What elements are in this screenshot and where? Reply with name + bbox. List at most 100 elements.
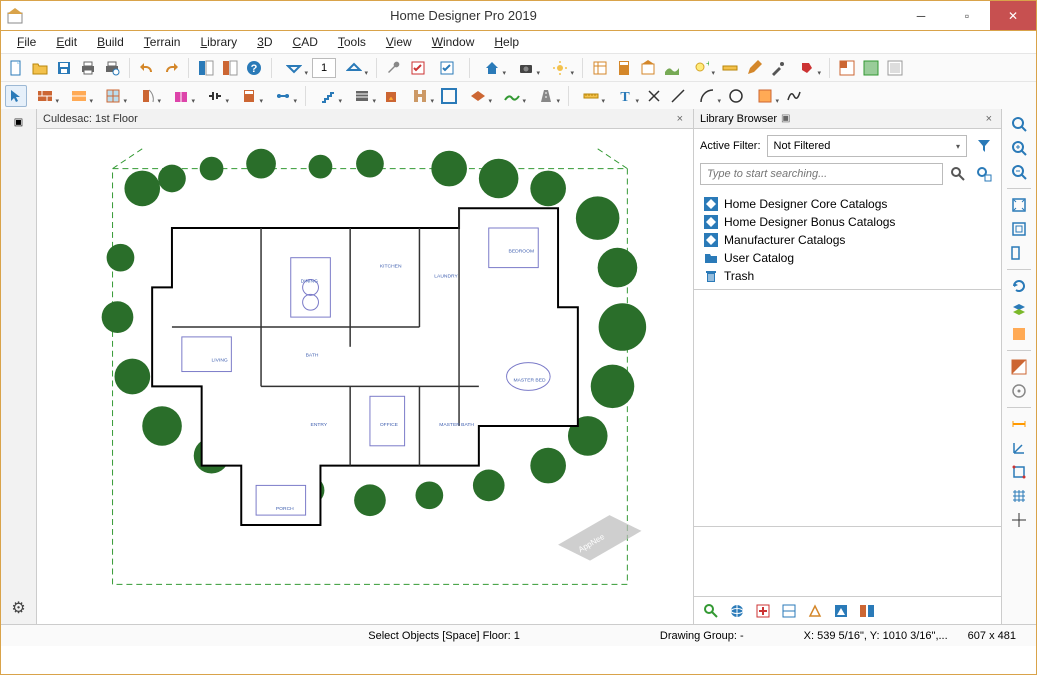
- snap-angle-icon[interactable]: [1008, 437, 1030, 459]
- menu-help[interactable]: Help: [486, 33, 527, 51]
- refresh-icon[interactable]: [1008, 275, 1030, 297]
- down-floor-icon[interactable]: ▾: [278, 57, 310, 79]
- temp-dim-icon[interactable]: [1008, 413, 1030, 435]
- project-browser-icon[interactable]: [219, 57, 241, 79]
- save-icon[interactable]: [53, 57, 75, 79]
- box-tool-icon[interactable]: ▾: [749, 85, 781, 107]
- menu-file[interactable]: File: [9, 33, 44, 51]
- point-marker-icon[interactable]: [643, 85, 665, 107]
- color-toggle-icon[interactable]: [1008, 323, 1030, 345]
- circle-tool-icon[interactable]: [725, 85, 747, 107]
- eyedropper-icon[interactable]: [767, 57, 789, 79]
- fixture-tool-icon[interactable]: ▾: [267, 85, 299, 107]
- menu-edit[interactable]: Edit: [48, 33, 85, 51]
- framing-tool-icon[interactable]: ▾: [404, 85, 436, 107]
- close-button[interactable]: ✕: [990, 1, 1036, 30]
- fill-window-icon[interactable]: [1008, 194, 1030, 216]
- ruler-icon[interactable]: [719, 57, 741, 79]
- print-icon[interactable]: [77, 57, 99, 79]
- reference-display-icon[interactable]: [1008, 356, 1030, 378]
- current-floor-field[interactable]: 1: [312, 58, 336, 78]
- floor-plan-canvas[interactable]: LIVING DINING KITCHEN LAUNDRY BEDROOM OF…: [37, 129, 693, 624]
- window-tool-icon[interactable]: ▾: [97, 85, 129, 107]
- stair-tool-icon[interactable]: ▾: [312, 85, 344, 107]
- home-view-icon[interactable]: ▾: [476, 57, 508, 79]
- lib-add-icon[interactable]: [752, 600, 774, 622]
- menu-cad[interactable]: CAD: [285, 33, 326, 51]
- pan-left-icon[interactable]: [1008, 242, 1030, 264]
- pencil-icon[interactable]: [743, 57, 765, 79]
- help-icon[interactable]: ?: [243, 57, 265, 79]
- materials-list-icon[interactable]: [589, 57, 611, 79]
- calculator-icon[interactable]: [613, 57, 635, 79]
- checklist-icon[interactable]: [407, 57, 429, 79]
- spline-tool-icon[interactable]: [783, 85, 805, 107]
- floor-tool-icon[interactable]: ▾: [462, 85, 494, 107]
- elevation-icon[interactable]: [637, 57, 659, 79]
- redo-icon[interactable]: [160, 57, 182, 79]
- tree-item-user[interactable]: User Catalog: [704, 249, 991, 267]
- menu-build[interactable]: Build: [89, 33, 132, 51]
- lib-view-2-icon[interactable]: [804, 600, 826, 622]
- line-tool-icon[interactable]: [667, 85, 689, 107]
- select-arrow-icon[interactable]: [5, 85, 27, 107]
- text-tool-icon[interactable]: T▾: [609, 85, 641, 107]
- library-browser-icon[interactable]: [195, 57, 217, 79]
- roof-tool-icon[interactable]: ▾: [346, 85, 378, 107]
- road-tool-icon[interactable]: ▾: [530, 85, 562, 107]
- minimize-button[interactable]: ─: [898, 1, 944, 30]
- layers-icon[interactable]: [1008, 299, 1030, 321]
- wall-tool-icon[interactable]: ▾: [29, 85, 61, 107]
- undo-icon[interactable]: [136, 57, 158, 79]
- menu-tools[interactable]: Tools: [330, 33, 374, 51]
- snap-grid-icon[interactable]: [1008, 485, 1030, 507]
- tree-item-core[interactable]: Home Designer Core Catalogs: [704, 195, 991, 213]
- search-icon[interactable]: [947, 163, 969, 185]
- appliance-tool-icon[interactable]: ▾: [233, 85, 265, 107]
- dock-pin-icon[interactable]: ▣: [8, 111, 30, 133]
- view-mode-1-icon[interactable]: [836, 57, 858, 79]
- terrain-tool-icon[interactable]: ▾: [496, 85, 528, 107]
- tree-item-trash[interactable]: Trash: [704, 267, 991, 285]
- search-options-icon[interactable]: [973, 163, 995, 185]
- open-file-icon[interactable]: [29, 57, 51, 79]
- lib-globe-icon[interactable]: [726, 600, 748, 622]
- paint-icon[interactable]: ▾: [791, 57, 823, 79]
- snap-object-icon[interactable]: [1008, 461, 1030, 483]
- wrench-icon[interactable]: [383, 57, 405, 79]
- menu-view[interactable]: View: [378, 33, 420, 51]
- arc-tool-icon[interactable]: ▾: [691, 85, 723, 107]
- maximize-button[interactable]: ▫: [944, 1, 990, 30]
- lib-view-4-icon[interactable]: [856, 600, 878, 622]
- door-tool-icon[interactable]: ▾: [131, 85, 163, 107]
- menu-3d[interactable]: 3D: [249, 33, 280, 51]
- menu-window[interactable]: Window: [424, 33, 483, 51]
- document-tab-close-icon[interactable]: ×: [673, 113, 687, 125]
- zoom-fit-icon[interactable]: [1008, 113, 1030, 135]
- filter-dropdown[interactable]: Not Filtered▾: [767, 135, 967, 157]
- zoom-out-icon[interactable]: [1008, 161, 1030, 183]
- new-file-icon[interactable]: [5, 57, 27, 79]
- settings-gear-icon[interactable]: ⚙: [11, 598, 25, 618]
- cabinet-tool-icon[interactable]: ▾: [165, 85, 197, 107]
- trim-tool-icon[interactable]: [438, 85, 460, 107]
- view-mode-3-icon[interactable]: [884, 57, 906, 79]
- lib-view-1-icon[interactable]: [778, 600, 800, 622]
- lib-view-3-icon[interactable]: [830, 600, 852, 622]
- light-add-icon[interactable]: +▾: [685, 57, 717, 79]
- filter-funnel-icon[interactable]: [973, 135, 995, 157]
- fill-extents-icon[interactable]: [1008, 218, 1030, 240]
- zoom-in-icon[interactable]: [1008, 137, 1030, 159]
- crosshair-icon[interactable]: [1008, 509, 1030, 531]
- menu-terrain[interactable]: Terrain: [136, 33, 189, 51]
- panel-close-icon[interactable]: ×: [983, 113, 995, 125]
- electrical-tool-icon[interactable]: ▾: [199, 85, 231, 107]
- fireplace-tool-icon[interactable]: [380, 85, 402, 107]
- print-preview-icon[interactable]: [101, 57, 123, 79]
- menu-library[interactable]: Library: [192, 33, 245, 51]
- terrain-build-icon[interactable]: [661, 57, 683, 79]
- options-icon[interactable]: [431, 57, 463, 79]
- tape-measure-icon[interactable]: ▾: [575, 85, 607, 107]
- library-search-input[interactable]: [700, 163, 943, 185]
- up-floor-icon[interactable]: ▾: [338, 57, 370, 79]
